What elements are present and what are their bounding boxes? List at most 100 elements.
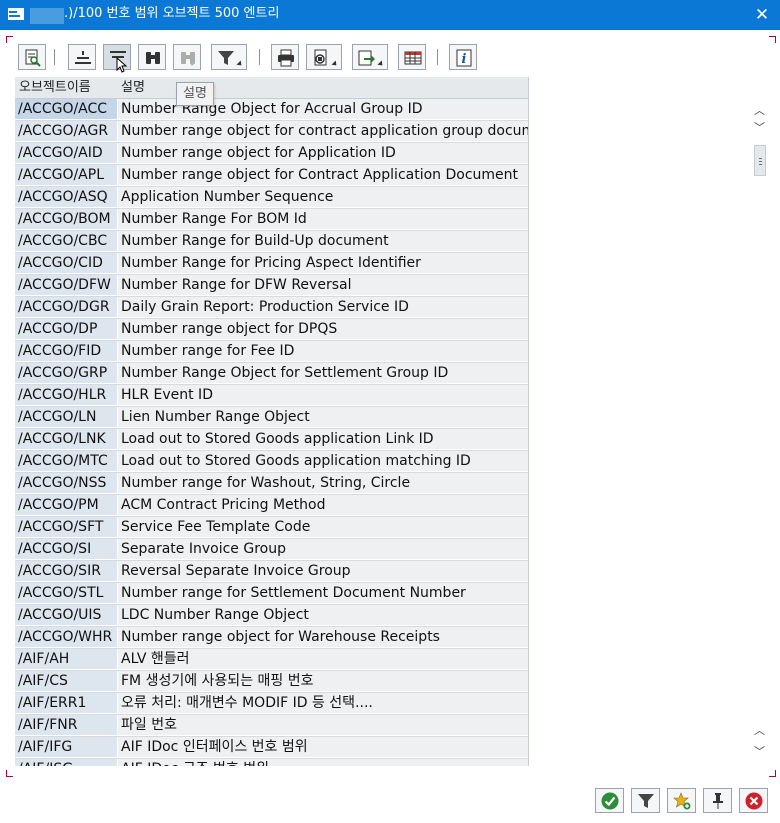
object-name-cell[interactable]: /ACCGO/LN [15, 407, 117, 427]
description-cell[interactable]: Lien Number Range Object [118, 407, 528, 427]
object-name-cell[interactable]: /AIF/ERR1 [15, 693, 117, 713]
description-cell[interactable]: LDC Number Range Object [118, 605, 528, 625]
object-name-cell[interactable]: /ACCGO/NSS [15, 473, 117, 493]
description-cell[interactable]: Number Range For BOM Id [118, 209, 528, 229]
description-cell[interactable]: Reversal Separate Invoice Group [118, 561, 528, 581]
object-name-cell[interactable]: /ACCGO/BOM [15, 209, 117, 229]
object-name-cell[interactable]: /AIF/AH [15, 649, 117, 669]
object-name-cell[interactable]: /ACCGO/PM [15, 495, 117, 515]
views-dropdown-button[interactable] [306, 44, 342, 70]
description-cell[interactable]: Service Fee Template Code [118, 517, 528, 537]
object-name-cell[interactable]: /ACCGO/HLR [15, 385, 117, 405]
table-row[interactable]: /ACCGO/ASQ Application Number Sequence [15, 187, 528, 209]
object-name-cell[interactable]: /AIF/IFG [15, 737, 117, 757]
object-name-cell[interactable]: /ACCGO/WHR [15, 627, 117, 647]
cancel-button[interactable] [739, 788, 768, 813]
details-button[interactable] [18, 44, 46, 70]
table-row[interactable]: /ACCGO/AGR Number range object for contra… [15, 121, 528, 143]
table-row[interactable]: /ACCGO/WHR Number range object for Wareho… [15, 627, 528, 649]
vertical-scrollbar[interactable]: ︿ ﹀ ︿ ﹀ [751, 99, 768, 766]
scroll-up-bottom-icon[interactable]: ︿ [751, 724, 768, 738]
description-cell[interactable]: Load out to Stored Goods application mat… [118, 451, 528, 471]
description-cell[interactable]: Number range object for DPQS [118, 319, 528, 339]
table-row[interactable]: /ACCGO/AID Number range object for Applic… [15, 143, 528, 165]
description-cell[interactable]: FM 생성기에 사용되는 매핑 번호 [118, 671, 528, 691]
table-row[interactable]: /ACCGO/LNK Load out to Stored Goods appli… [15, 429, 528, 451]
print-button[interactable] [271, 44, 299, 70]
description-cell[interactable]: HLR Event ID [118, 385, 528, 405]
scroll-up-icon[interactable]: ︿ [751, 104, 768, 118]
table-row[interactable]: /ACCGO/DGR Daily Grain Report: Production… [15, 297, 528, 319]
object-name-cell[interactable]: /ACCGO/DGR [15, 297, 117, 317]
description-cell[interactable]: Load out to Stored Goods application Lin… [118, 429, 528, 449]
description-cell[interactable]: Separate Invoice Group [118, 539, 528, 559]
object-name-cell[interactable]: /ACCGO/FID [15, 341, 117, 361]
description-cell[interactable]: Number Range Object for Settlement Group… [118, 363, 528, 383]
scroll-down-icon[interactable]: ﹀ [751, 121, 768, 135]
table-row[interactable]: /AIF/ISGAIF IDoc 구조 번호 범위 [15, 759, 528, 766]
description-cell[interactable]: 오류 처리: 매개변수 MODIF ID 등 선택.... [118, 693, 528, 713]
description-cell[interactable]: AIF IDoc 구조 번호 범위 [118, 759, 528, 766]
export-dropdown-button[interactable] [352, 44, 388, 70]
table-row[interactable]: /ACCGO/GRP Number Range Object for Settle… [15, 363, 528, 385]
description-cell[interactable]: Application Number Sequence [118, 187, 528, 207]
column-header-object-name[interactable]: 오브젝트이름 [19, 77, 91, 98]
description-cell[interactable]: Number range for Fee ID [118, 341, 528, 361]
object-name-cell[interactable]: /ACCGO/DP [15, 319, 117, 339]
description-cell[interactable]: Number range for Settlement Document Num… [118, 583, 528, 603]
object-name-cell[interactable]: /ACCGO/AID [15, 143, 117, 163]
table-row[interactable]: /ACCGO/STL Number range for Settlement Do… [15, 583, 528, 605]
object-name-cell[interactable]: /AIF/FNR [15, 715, 117, 735]
table-row[interactable]: /ACCGO/CBC Number Range for Build-Up docu… [15, 231, 528, 253]
description-cell[interactable]: Number range for Washout, String, Circle [118, 473, 528, 493]
layout-button[interactable] [398, 44, 426, 70]
object-name-cell[interactable]: /ACCGO/LNK [15, 429, 117, 449]
table-row[interactable]: /ACCGO/HLR HLR Event ID [15, 385, 528, 407]
table-row[interactable]: /ACCGO/UIS LDC Number Range Object [15, 605, 528, 627]
table-row[interactable]: /ACCGO/DFW Number Range for DFW Reversal [15, 275, 528, 297]
description-cell[interactable]: Number Range for Pricing Aspect Identifi… [118, 253, 528, 273]
object-name-cell[interactable]: /ACCGO/DFW [15, 275, 117, 295]
object-name-cell[interactable]: /ACCGO/ASQ [15, 187, 117, 207]
description-cell[interactable]: Daily Grain Report: Production Service I… [118, 297, 528, 317]
description-cell[interactable]: Number range object for contract applica… [118, 121, 528, 141]
table-row[interactable]: /ACCGO/MTC Load out to Stored Goods appli… [15, 451, 528, 473]
description-cell[interactable]: Number range object for Contract Applica… [118, 165, 528, 185]
object-name-cell[interactable]: /ACCGO/ACC [15, 99, 117, 119]
table-row[interactable]: /AIF/IFG AIF IDoc 인터페이스 번호 범위 [15, 737, 528, 759]
description-cell[interactable]: ALV 핸들러 [118, 649, 528, 669]
table-row[interactable]: /ACCGO/APL Number range object for Contra… [15, 165, 528, 187]
table-row[interactable]: /ACCGO/ACC Number Range Object for Accrua… [15, 99, 528, 121]
object-name-cell[interactable]: /ACCGO/CBC [15, 231, 117, 251]
confirm-button[interactable] [595, 788, 624, 813]
favorite-add-button[interactable] [667, 788, 696, 813]
description-cell[interactable]: AIF IDoc 인터페이스 번호 범위 [118, 737, 528, 757]
scrollbar-thumb[interactable] [754, 145, 766, 176]
object-name-cell[interactable]: /ACCGO/UIS [15, 605, 117, 625]
table-row[interactable]: /ACCGO/LN Lien Number Range Object [15, 407, 528, 429]
table-row[interactable]: /ACCGO/SFT Service Fee Template Code [15, 517, 528, 539]
table-row[interactable]: /ACCGO/FID Number range for Fee ID [15, 341, 528, 363]
table-row[interactable]: /ACCGO/SI Separate Invoice Group [15, 539, 528, 561]
table-row[interactable]: /ACCGO/CID Number Range for Pricing Aspec… [15, 253, 528, 275]
table-row[interactable]: /ACCGO/PM ACM Contract Pricing Method [15, 495, 528, 517]
object-name-cell[interactable]: /ACCGO/STL [15, 583, 117, 603]
table-row[interactable]: /ACCGO/BOM Number Range For BOM Id [15, 209, 528, 231]
table-row[interactable]: /ACCGO/NSS Number range for Washout, Stri… [15, 473, 528, 495]
sort-descending-button[interactable] [103, 44, 131, 73]
sort-ascending-button[interactable] [68, 44, 96, 70]
description-cell[interactable]: Number Range for DFW Reversal [118, 275, 528, 295]
object-name-cell[interactable]: /ACCGO/MTC [15, 451, 117, 471]
description-cell[interactable]: ACM Contract Pricing Method [118, 495, 528, 515]
table-row[interactable]: /AIF/FNR 파일 번호 [15, 715, 528, 737]
object-name-cell[interactable]: /ACCGO/SFT [15, 517, 117, 537]
object-name-cell[interactable]: /ACCGO/GRP [15, 363, 117, 383]
object-name-cell[interactable]: /ACCGO/CID [15, 253, 117, 273]
description-cell[interactable]: Number range object for Application ID [118, 143, 528, 163]
object-name-cell[interactable]: /AIF/ISG [15, 759, 117, 766]
table-row[interactable]: /AIF/ERR1 오류 처리: 매개변수 MODIF ID 등 선택.... [15, 693, 528, 715]
table-row[interactable]: /AIF/CS FM 생성기에 사용되는 매핑 번호 [15, 671, 528, 693]
column-header-description[interactable]: 설명 [121, 77, 145, 98]
close-icon[interactable]: ✕ [752, 5, 772, 25]
description-cell[interactable]: 파일 번호 [118, 715, 528, 735]
